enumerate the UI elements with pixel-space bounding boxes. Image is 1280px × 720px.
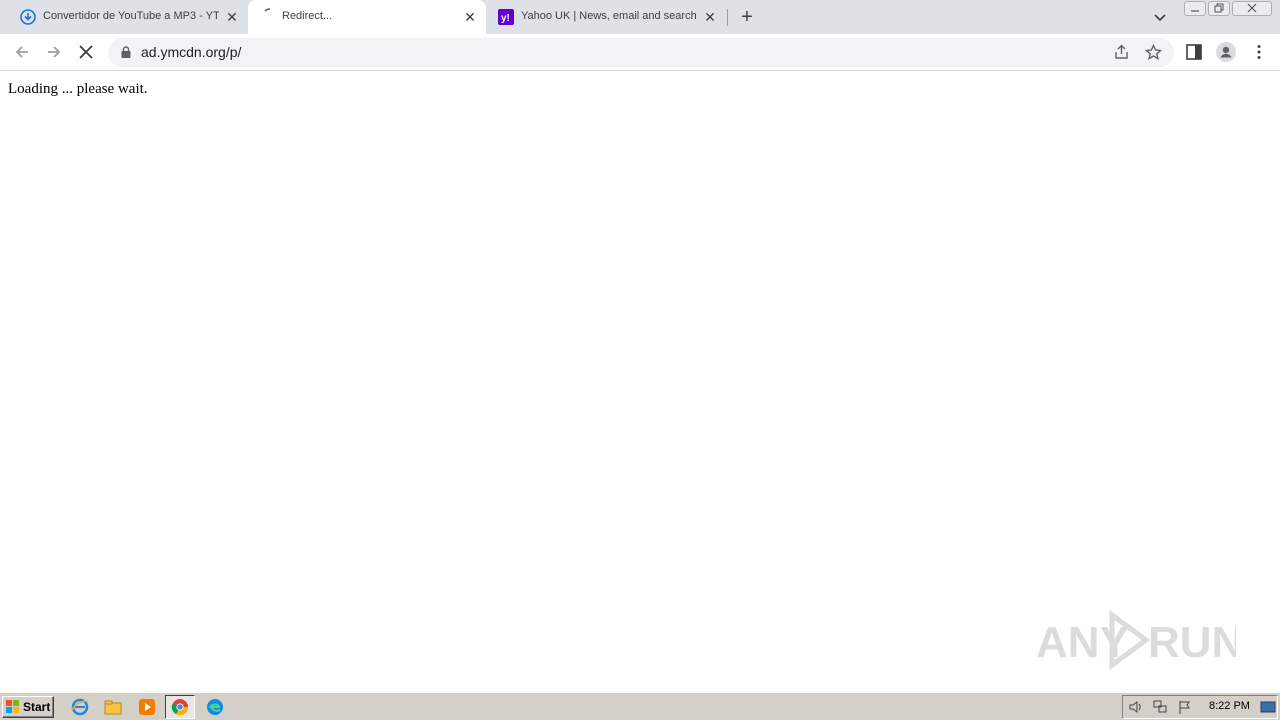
- back-arrow-icon[interactable]: [12, 42, 32, 62]
- close-icon: [1233, 2, 1271, 15]
- watermark-text-run: RUN: [1148, 618, 1236, 667]
- close-window-button[interactable]: [1232, 1, 1272, 16]
- tab-title: Redirect...: [282, 10, 452, 22]
- new-tab-button[interactable]: +: [738, 8, 756, 26]
- windows-logo-icon: [6, 700, 20, 714]
- tab-title: Convertidor de YouTube a MP3 - YTMP3: [43, 10, 219, 22]
- bookmark-star-icon[interactable]: [1145, 44, 1162, 61]
- media-player-icon[interactable]: [138, 698, 156, 716]
- address-bar[interactable]: ad.ymcdn.org/p/: [108, 38, 1174, 67]
- loading-icon: [262, 8, 278, 24]
- file-explorer-icon[interactable]: [104, 698, 122, 716]
- chrome-icon: [171, 698, 189, 716]
- tab-ytmp3[interactable]: Convertidor de YouTube a MP3 - YTMP3 ✕: [8, 0, 246, 34]
- minimize-button[interactable]: [1184, 1, 1206, 16]
- forward-arrow-icon[interactable]: [44, 42, 64, 62]
- menu-dots-icon[interactable]: [1250, 43, 1268, 61]
- chevron-down-icon[interactable]: [1152, 9, 1168, 25]
- url-text[interactable]: ad.ymcdn.org/p/: [141, 44, 241, 60]
- download-cloud-icon: [20, 9, 36, 25]
- loading-message: Loading ... please wait.: [8, 81, 148, 98]
- close-tab-icon[interactable]: ✕: [462, 9, 478, 25]
- show-desktop-icon[interactable]: [1260, 699, 1276, 715]
- network-icon[interactable]: [1152, 699, 1168, 715]
- volume-icon[interactable]: [1128, 699, 1144, 715]
- anyrun-watermark: ANY RUN: [1036, 605, 1236, 675]
- clock[interactable]: 8:22 PM: [1209, 700, 1250, 712]
- page-content: Loading ... please wait.: [0, 72, 1280, 692]
- share-icon[interactable]: [1113, 44, 1130, 61]
- yahoo-icon: y!: [498, 9, 514, 25]
- tab-title: Yahoo UK | News, email and search: [521, 10, 696, 22]
- taskbar: Start 8:22 PM: [0, 692, 1280, 720]
- tab-strip: Convertidor de YouTube a MP3 - YTMP3 ✕ R…: [0, 0, 1280, 34]
- tab-redirect[interactable]: Redirect... ✕: [248, 0, 486, 34]
- side-panel-icon[interactable]: [1185, 43, 1203, 61]
- lock-icon[interactable]: [121, 46, 131, 58]
- edge-icon[interactable]: [206, 698, 224, 716]
- action-center-flag-icon[interactable]: [1177, 699, 1193, 715]
- system-tray: [1122, 695, 1278, 719]
- start-button[interactable]: Start: [2, 696, 54, 718]
- tab-yahoo[interactable]: y! Yahoo UK | News, email and search ✕: [488, 0, 726, 34]
- profile-avatar-icon[interactable]: [1216, 42, 1236, 62]
- chrome-taskbar-button[interactable]: [165, 695, 195, 719]
- internet-explorer-icon[interactable]: [71, 698, 89, 716]
- svg-text:y!: y!: [501, 13, 510, 24]
- watermark-text-any: ANY: [1036, 618, 1129, 667]
- minimize-icon: [1185, 2, 1205, 15]
- close-tab-icon[interactable]: ✕: [702, 9, 718, 25]
- start-label: Start: [23, 700, 50, 714]
- close-tab-icon[interactable]: ✕: [224, 9, 240, 25]
- stop-loading-icon[interactable]: [76, 42, 96, 62]
- tab-separator: [727, 9, 728, 26]
- restore-button[interactable]: [1208, 1, 1230, 16]
- restore-icon: [1209, 2, 1229, 15]
- browser-toolbar: ad.ymcdn.org/p/: [0, 34, 1280, 71]
